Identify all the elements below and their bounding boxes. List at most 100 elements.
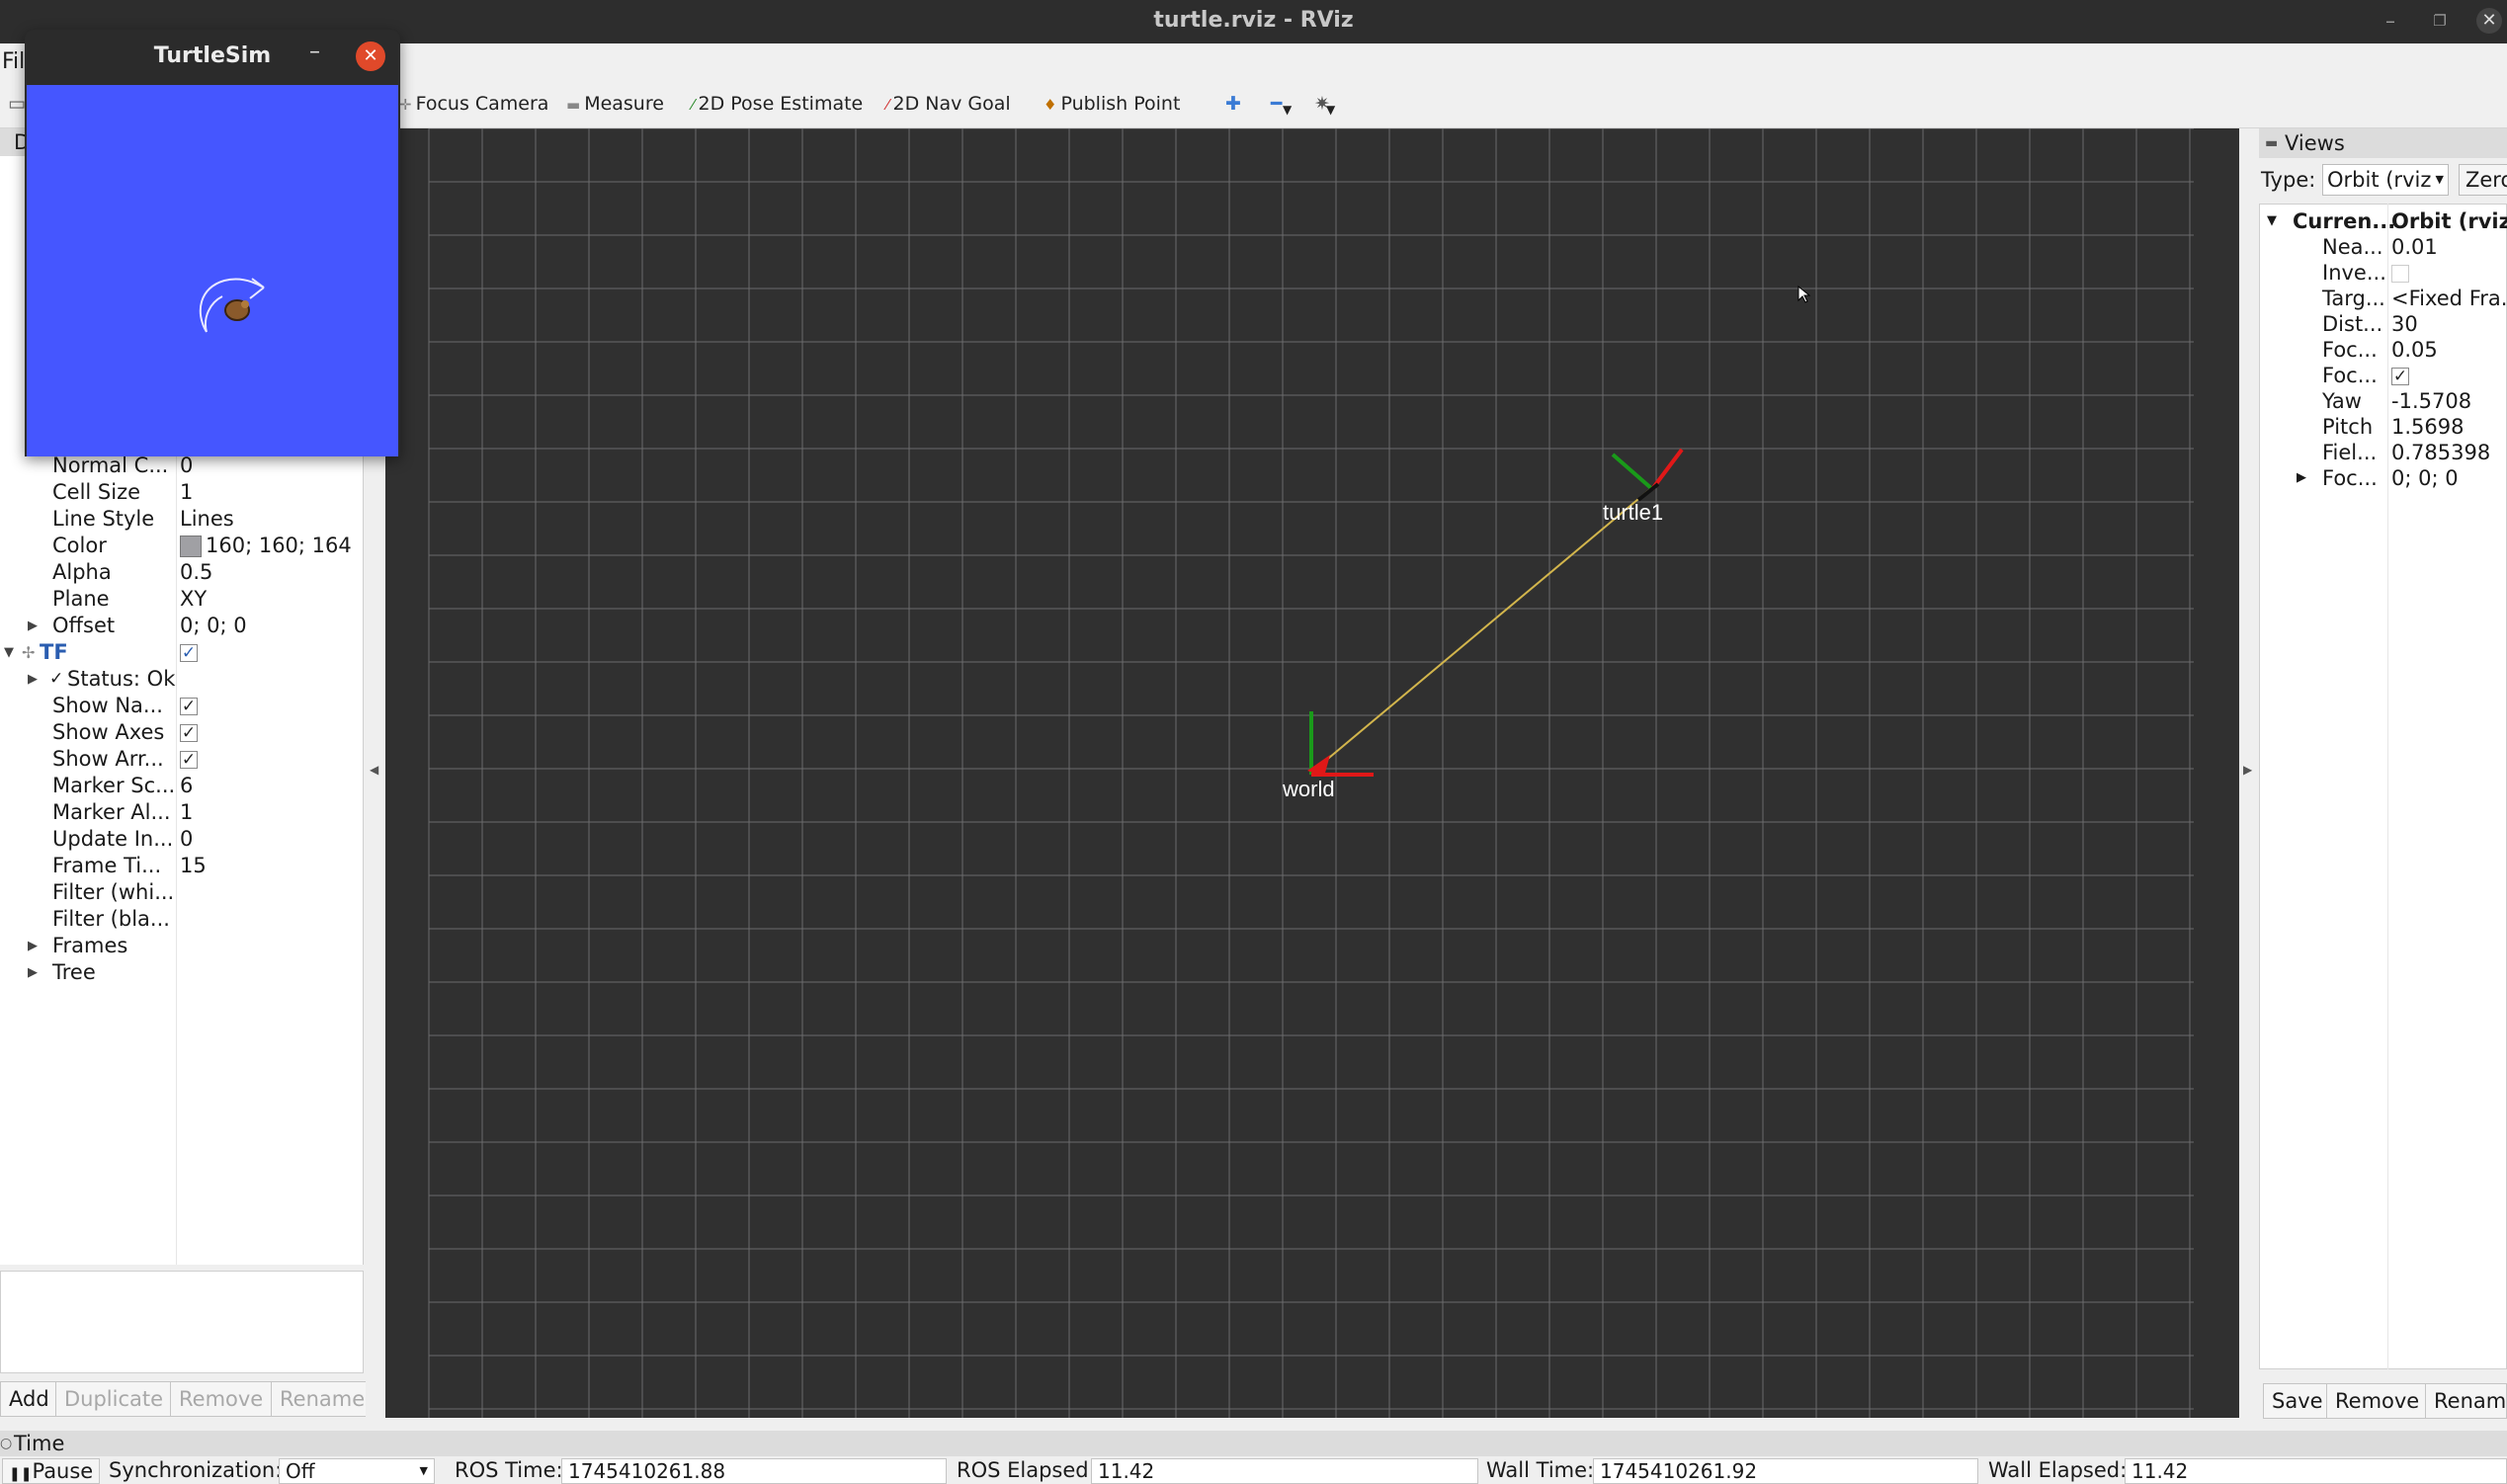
expand-arrow-icon[interactable]: ▶ <box>28 959 38 986</box>
prop-key: Targ... <box>2322 287 2385 310</box>
property-description <box>0 1271 364 1373</box>
turtlesim-minimize-icon[interactable]: – <box>309 40 320 64</box>
prop-key: Alpha <box>52 560 112 584</box>
time-bar: ❚❚Pause Synchronization: Off ▼ ROS Time: … <box>0 1456 2507 1484</box>
prop-value: 0.01 <box>2391 235 2438 259</box>
time-header-label: Time <box>14 1432 65 1455</box>
tf-icon: ✢ <box>22 643 36 662</box>
render-viewport[interactable]: world turtle1 <box>385 128 2239 1418</box>
current-view-row[interactable]: ▼ Curren... Orbit (rviz) <box>2259 208 2507 234</box>
turtle-head <box>241 300 249 308</box>
turtle1-frame-label: turtle1 <box>1603 500 1663 525</box>
prop-key: Line Style <box>52 507 155 531</box>
prop-value: <Fixed Fra... <box>2391 287 2507 310</box>
add-tool-icon[interactable]: ✚ <box>1225 93 1241 115</box>
add-display-button[interactable]: Add <box>0 1381 58 1417</box>
green-arrow-icon: ⁄ <box>692 96 695 114</box>
views-tree <box>2259 204 2507 1369</box>
prop-value: Lines <box>180 507 234 531</box>
turtle1-y-axis <box>1611 453 1654 491</box>
tf-label: TF <box>40 640 68 664</box>
prop-key: Frame Ti... <box>52 854 162 877</box>
remove-tool-icon[interactable]: ━ <box>1271 93 1282 115</box>
tool-properties-dropdown-icon[interactable]: ▼ <box>1326 103 1335 117</box>
collapse-right-icon[interactable]: ▶ <box>2243 763 2252 777</box>
minimize-icon[interactable]: – <box>2378 8 2403 34</box>
prop-key: Color <box>52 534 107 557</box>
duplicate-display-button[interactable]: Duplicate <box>55 1381 173 1417</box>
wall-time-field[interactable]: 1745410261.92 <box>1593 1458 1978 1484</box>
prop-key: Update In... <box>52 827 174 851</box>
nav-goal-tool[interactable]: ⁄ 2D Nav Goal <box>886 93 1011 115</box>
prop-value: 0.5 <box>180 560 213 584</box>
collapse-arrow-icon[interactable]: ▼ <box>4 639 14 666</box>
pose-estimate-tool[interactable]: ⁄ 2D Pose Estimate <box>692 93 863 115</box>
tf-link-line <box>1310 488 1651 774</box>
expand-arrow-icon[interactable]: ▶ <box>2297 465 2306 491</box>
expand-arrow-icon[interactable]: ▶ <box>28 933 38 959</box>
prop-value: 0.05 <box>2391 338 2438 362</box>
prop-value: 0 <box>180 453 194 477</box>
save-view-button[interactable]: Save <box>2263 1383 2332 1419</box>
color-value: 160; 160; 164 <box>180 533 352 559</box>
prop-key: Offset <box>52 614 116 637</box>
collapse-left-icon[interactable]: ◀ <box>370 763 378 777</box>
wall-elapsed-field[interactable]: 11.42 <box>2125 1458 2507 1484</box>
show-axes-checkbox[interactable]: ✓ <box>180 719 198 746</box>
tf-status-label: Status: Ok <box>67 667 176 691</box>
right-splitter[interactable]: ▶ <box>2239 128 2259 1418</box>
show-arrows-checkbox[interactable]: ✓ <box>180 746 198 773</box>
pause-button[interactable]: ❚❚Pause <box>2 1458 101 1484</box>
turtlesim-window[interactable]: TurtleSim – ✕ <box>25 30 400 456</box>
maximize-icon[interactable]: ❐ <box>2427 8 2453 34</box>
ros-time-field[interactable]: 1745410261.88 <box>561 1458 947 1484</box>
close-icon[interactable]: ✕ <box>2476 8 2502 34</box>
publish-point-tool[interactable]: ♦ Publish Point <box>1044 93 1180 115</box>
focal-shape-checkbox[interactable]: ✓ <box>2391 363 2409 388</box>
expand-arrow-icon[interactable]: ▶ <box>28 666 38 693</box>
prop-value: 1 <box>180 480 194 504</box>
prop-key: Plane <box>52 587 110 611</box>
prop-key: Normal C... <box>52 453 169 477</box>
show-names-checkbox[interactable]: ✓ <box>180 693 198 719</box>
turtlesim-canvas <box>27 85 398 456</box>
tool-dropdown-icon[interactable]: ▼ <box>1283 103 1292 117</box>
color-swatch <box>180 536 202 557</box>
invert-z-checkbox[interactable] <box>2391 260 2409 286</box>
turtlesim-close-icon[interactable]: ✕ <box>356 41 385 71</box>
red-arrow-icon: ⁄ <box>886 96 889 114</box>
view-type-value: Orbit (rviz <box>2327 168 2432 192</box>
current-view-value: Orbit (rviz) <box>2391 209 2507 233</box>
rename-display-button[interactable]: Rename <box>271 1381 375 1417</box>
prop-key: Inve... <box>2322 261 2386 285</box>
zero-button[interactable]: Zero <box>2459 164 2507 196</box>
current-view-key: Curren... <box>2293 209 2396 233</box>
focus-camera-tool[interactable]: ✛ Focus Camera <box>399 93 548 115</box>
prop-key: Marker Al... <box>52 800 171 824</box>
rename-view-button[interactable]: Rename <box>2425 1383 2507 1419</box>
ros-elapsed-label: ROS Elapsed: <box>957 1458 1096 1482</box>
prop-key: Dist... <box>2322 312 2383 336</box>
prop-value: 0; 0; 0 <box>180 614 247 637</box>
tf-enabled-checkbox[interactable]: ✓ <box>180 639 198 666</box>
prop-value: 0.785398 <box>2391 441 2491 464</box>
remove-display-button[interactable]: Remove <box>170 1381 273 1417</box>
chevron-down-icon: ▼ <box>2435 173 2444 186</box>
prop-value: 15 <box>180 854 207 877</box>
ros-elapsed-field[interactable]: 11.42 <box>1091 1458 1478 1484</box>
remove-view-button[interactable]: Remove <box>2326 1383 2429 1419</box>
sync-select[interactable]: Off ▼ <box>279 1458 435 1484</box>
prop-key: Nea... <box>2322 235 2383 259</box>
expand-arrow-icon[interactable]: ▶ <box>28 613 38 639</box>
menu-file[interactable]: Fil <box>2 49 25 74</box>
prop-key: Foc... <box>2322 466 2378 490</box>
prop-key: Fiel... <box>2322 441 2378 464</box>
prop-value: 30 <box>2391 312 2418 336</box>
measure-tool[interactable]: ▬ Measure <box>566 93 664 115</box>
ruler-icon: ▬ <box>566 96 581 114</box>
time-panel-icon: ○ <box>0 1436 13 1451</box>
view-type-select[interactable]: Orbit (rviz ▼ <box>2322 164 2449 196</box>
collapse-arrow-icon[interactable]: ▼ <box>2267 208 2277 234</box>
interact-tool-icon[interactable]: ▭ <box>8 93 26 115</box>
pause-label: Pause <box>32 1459 94 1483</box>
